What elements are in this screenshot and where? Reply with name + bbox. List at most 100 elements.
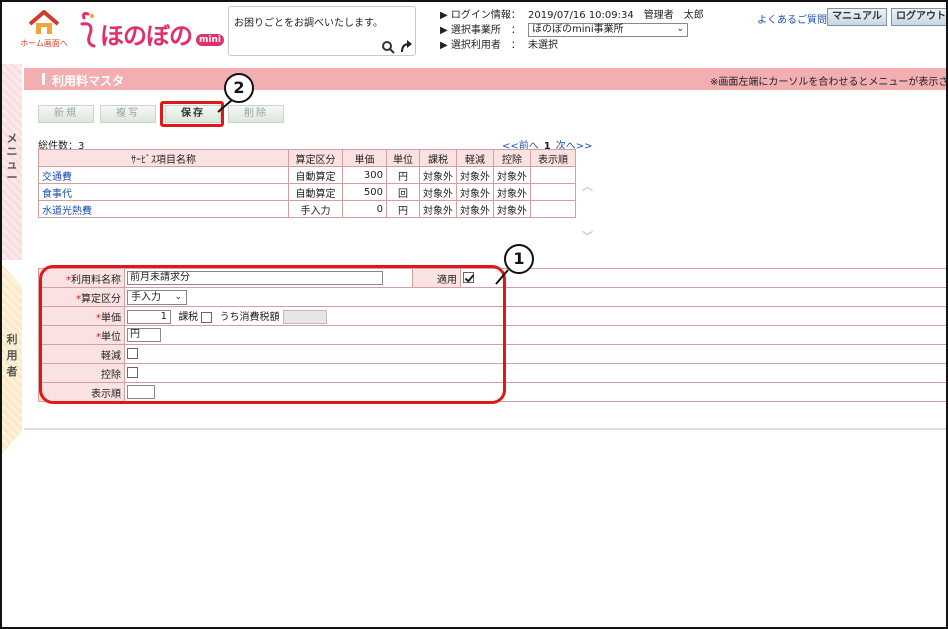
col-header-tax[interactable]: 課税: [419, 149, 457, 167]
divider: [24, 428, 946, 430]
window: ホーム画面へ ほのぼの mini お困りごとをお調べいたします。 ▶ ログイン情…: [0, 0, 948, 629]
login-info-value: 2019/07/16 10:09:34 管理者 太郎: [528, 10, 704, 21]
apply-label: 適用: [412, 268, 461, 288]
form-row-reduce: 軽減: [38, 344, 946, 364]
col-header-calc[interactable]: 算定区分: [288, 149, 343, 167]
chevron-down-icon: ⌄: [676, 24, 684, 34]
row-unit: 円: [386, 166, 420, 184]
table-row[interactable]: 水道光熱費 手入力 0 円 対象外 対象外 対象外: [38, 200, 576, 218]
callout-badge-1: 1: [504, 244, 534, 274]
new-button[interactable]: 新規: [38, 105, 94, 123]
row-tax: 対象外: [419, 200, 457, 218]
order-input[interactable]: [127, 385, 155, 399]
row-name-link[interactable]: 交通費: [38, 166, 289, 184]
scroll-up-icon[interactable]: ︿: [582, 178, 593, 194]
title-marker: [42, 73, 45, 85]
row-order: [530, 200, 576, 218]
form-row-order: 表示順: [38, 382, 946, 402]
reduce-checkbox[interactable]: [127, 348, 138, 360]
delete-button[interactable]: 削除: [228, 105, 284, 123]
row-price: 300: [342, 166, 387, 184]
home-label: ホーム画面へ: [20, 39, 68, 48]
table-header-row: ｻｰﾋﾞｽ項目名称 算定区分 単価 単位 課税 軽減 控除 表示順: [38, 149, 576, 167]
row-deduct: 対象外: [493, 166, 531, 184]
row-tax: 対象外: [419, 183, 457, 201]
tax-label: 課税: [178, 312, 199, 323]
office-label: 選択事業所 ：: [450, 25, 521, 36]
unit-input[interactable]: 円: [127, 328, 161, 342]
apply-checkbox[interactable]: [463, 272, 474, 284]
calc-label: *算定区分: [38, 287, 125, 307]
unit-label: *単位: [38, 325, 125, 345]
deduct-label: 控除: [38, 363, 125, 383]
copy-button[interactable]: 複写: [100, 105, 156, 123]
logo-text: ほのぼの: [100, 22, 193, 50]
faq-link[interactable]: よくあるご質問: [757, 11, 827, 26]
table-row[interactable]: 食事代 自動算定 500 回 対象外 対象外 対象外: [38, 183, 576, 201]
col-header-name[interactable]: ｻｰﾋﾞｽ項目名称: [38, 149, 289, 167]
col-header-unit[interactable]: 単位: [386, 149, 420, 167]
row-calc: 手入力: [288, 200, 343, 218]
header: ホーム画面へ ほのぼの mini お困りごとをお調べいたします。 ▶ ログイン情…: [2, 2, 946, 62]
row-name-link[interactable]: 水道光熱費: [38, 200, 289, 218]
calc-select-value: 手入力: [131, 291, 161, 303]
help-search-box[interactable]: お困りごとをお調べいたします。: [228, 6, 416, 56]
office-row: ▶ 選択事業所 ： ほのぼのmini事業所 ⌄: [440, 23, 750, 38]
row-calc: 自動算定: [288, 166, 343, 184]
service-list-table: ｻｰﾋﾞｽ項目名称 算定区分 単価 単位 課税 軽減 控除 表示順 交通費 自動…: [38, 149, 576, 218]
row-reduce: 対象外: [456, 183, 494, 201]
name-input[interactable]: 前月未請求分: [127, 271, 383, 285]
row-tax: 対象外: [419, 166, 457, 184]
side-user-label: 利用者: [6, 333, 18, 378]
row-reduce: 対象外: [456, 166, 494, 184]
logout-button[interactable]: ログアウト: [891, 8, 946, 26]
row-price: 0: [342, 200, 387, 218]
row-deduct: 対象外: [493, 200, 531, 218]
row-unit: 回: [386, 183, 420, 201]
row-calc: 自動算定: [288, 183, 343, 201]
scroll-down-icon[interactable]: ﹀: [582, 228, 593, 244]
save-highlight-box: [160, 101, 224, 127]
deduct-checkbox[interactable]: [127, 367, 138, 379]
side-menu-tab[interactable]: メニュー: [2, 64, 22, 260]
order-label: 表示順: [38, 382, 125, 402]
form-row-unit: *単位 円: [38, 325, 946, 345]
reduce-label: 軽減: [38, 344, 125, 364]
manual-button[interactable]: マニュアル: [827, 8, 887, 26]
calc-select[interactable]: 手入力 ⌄: [127, 289, 187, 305]
col-header-price[interactable]: 単価: [342, 149, 387, 167]
row-name-link[interactable]: 食事代: [38, 183, 289, 201]
col-header-reduce[interactable]: 軽減: [456, 149, 494, 167]
name-label: *利用料名称: [38, 268, 125, 288]
help-search-text: お困りごとをお調べいたします。: [234, 18, 383, 29]
table-row[interactable]: 交通費 自動算定 300 円 対象外 対象外 対象外: [38, 166, 576, 184]
chevron-down-icon: ⌄: [174, 291, 182, 302]
user-row: ▶ 選択利用者 ： 未選択: [440, 40, 558, 51]
form-row-price: *単価 1 課税 うち消費税額: [38, 306, 946, 326]
tax-checkbox[interactable]: [201, 311, 213, 323]
col-header-order[interactable]: 表示順: [530, 149, 576, 167]
row-order: [530, 166, 576, 184]
enter-arrow-icon[interactable]: [399, 39, 413, 53]
title-bar: 利用料マスタ ※画面左端にカーソルを合わせるとメニューが表示され: [24, 68, 948, 90]
login-info-label: ログイン情報：: [450, 10, 521, 21]
row-price: 500: [342, 183, 387, 201]
side-menu-label: メニュー: [6, 132, 18, 184]
logo: ほのぼの mini: [78, 10, 224, 54]
login-info-row: ▶ ログイン情報： 2019/07/16 10:09:34 管理者 太郎: [440, 10, 704, 21]
menu-hint: ※画面左端にカーソルを合わせるとメニューが表示され: [710, 77, 948, 88]
callout-badge-2: 2: [224, 73, 254, 103]
price-input[interactable]: 1: [127, 310, 171, 324]
search-icon[interactable]: [381, 40, 395, 54]
user-value: 未選択: [528, 40, 558, 51]
login-info: ▶ ログイン情報： 2019/07/16 10:09:34 管理者 太郎 ▶ 選…: [440, 8, 750, 53]
office-select[interactable]: ほのぼのmini事業所 ⌄: [528, 23, 688, 37]
user-label: 選択利用者 ：: [450, 40, 521, 51]
form-row-deduct: 控除: [38, 363, 946, 383]
tax-amount-field: [282, 310, 327, 324]
logo-mini-badge: mini: [196, 34, 224, 46]
col-header-deduct[interactable]: 控除: [493, 149, 531, 167]
side-user-tab[interactable]: 利用者: [2, 264, 22, 454]
form-row-calc: *算定区分 手入力 ⌄: [38, 287, 946, 307]
home-link[interactable]: ホーム画面へ: [16, 10, 72, 54]
